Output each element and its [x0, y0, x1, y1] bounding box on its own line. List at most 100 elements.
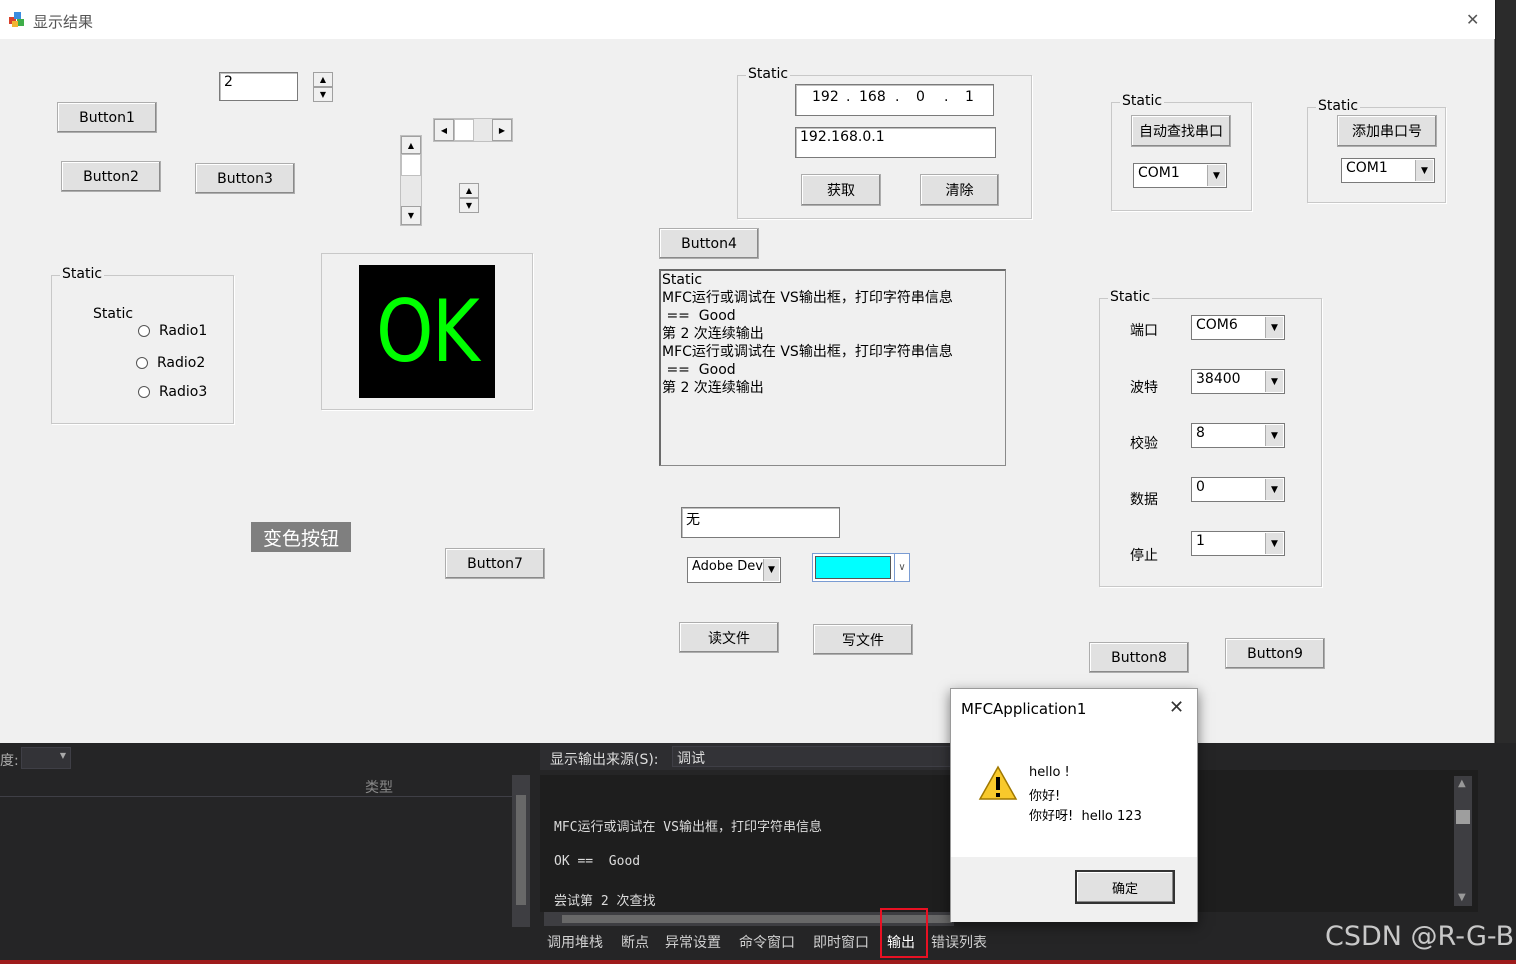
serial-config-caption: Static	[1108, 289, 1153, 305]
ok-text: OK	[375, 281, 480, 382]
write-file-button[interactable]: 写文件	[813, 624, 913, 655]
ip-address-control[interactable]: 192 . 168 . 0 . 1	[795, 84, 994, 116]
left-scrollbar[interactable]	[512, 775, 530, 927]
chevron-down-icon: ▼	[1265, 533, 1283, 554]
ip-text-field[interactable]: 192.168.0.1	[795, 127, 996, 158]
parity-label: 校验	[1130, 436, 1158, 452]
ok-display: OK	[359, 265, 495, 398]
tab-exception-settings[interactable]: 异常设置	[665, 932, 721, 952]
ip-group-caption: Static	[746, 66, 791, 82]
button2[interactable]: Button2	[61, 161, 161, 192]
window-title: 显示结果	[33, 13, 94, 31]
chevron-down-icon: ▼	[59, 751, 66, 760]
button1[interactable]: Button1	[57, 102, 157, 133]
output-tab-highlight	[880, 908, 928, 958]
left-scroll-thumb[interactable]	[516, 795, 526, 905]
radio1[interactable]	[138, 325, 150, 337]
log-line: 第 2 次连续输出	[662, 326, 764, 342]
scroll-right-icon[interactable]: ▶	[492, 119, 512, 141]
parity-combo[interactable]: 8 ▼	[1191, 423, 1285, 448]
radio3[interactable]	[138, 386, 150, 398]
msgbox-line: 你好呀! hello 123	[1029, 809, 1142, 824]
auto-find-port-button[interactable]: 自动查找串口	[1131, 115, 1231, 147]
serial-find-combo[interactable]: COM1 ▼	[1133, 163, 1227, 188]
log-line: Static	[662, 272, 703, 288]
main-dialog: 显示结果 ✕ Button1 Button2 Button3 2 ▲ ▼ ◀ ▶…	[0, 0, 1495, 743]
output-window[interactable]: MFC运行或调试在 VS输出框，打印字符串信息 OK == Good 尝试第 2…	[540, 775, 952, 912]
clear-button[interactable]: 清除	[920, 174, 999, 206]
stop-bits-combo[interactable]: 1 ▼	[1191, 531, 1285, 556]
port-combo[interactable]: COM6 ▼	[1191, 315, 1285, 340]
log-box: Static MFC运行或调试在 VS输出框，打印字符串信息 == Good 第…	[659, 269, 1006, 466]
close-icon[interactable]: ✕	[1466, 10, 1479, 29]
tab-breakpoints[interactable]: 断点	[621, 932, 649, 952]
button8[interactable]: Button8	[1089, 642, 1189, 673]
left-filter-label: 度:	[0, 753, 19, 769]
color-swatch	[815, 556, 891, 579]
radio2[interactable]	[136, 357, 148, 369]
warning-icon	[978, 765, 1018, 800]
scroll-up-icon[interactable]: ▲	[401, 136, 421, 154]
get-button[interactable]: 获取	[801, 174, 881, 206]
status-strip	[0, 960, 1516, 964]
chevron-down-icon[interactable]: ∨	[894, 554, 909, 581]
app-icon	[9, 12, 24, 27]
scroll-left-icon[interactable]: ◀	[434, 119, 454, 141]
output-line: MFC运行或调试在 VS输出框，打印字符串信息	[554, 820, 822, 835]
watermark: CSDN @R-G-B	[1325, 921, 1515, 952]
tab-immediate-window[interactable]: 即时窗口	[813, 932, 869, 952]
tab-call-stack[interactable]: 调用堆栈	[547, 932, 603, 952]
spin-up-icon[interactable]: ▲	[313, 72, 333, 87]
baud-label: 波特	[1130, 380, 1158, 396]
serial-add-combo[interactable]: COM1 ▼	[1341, 158, 1435, 183]
button3[interactable]: Button3	[195, 163, 295, 194]
output-window-right	[1198, 770, 1478, 912]
spin-edit[interactable]: 2	[219, 72, 298, 101]
vertical-scrollbar[interactable]: ▲ ▼	[400, 135, 422, 226]
scroll-thumb-v[interactable]	[401, 154, 421, 176]
button7[interactable]: Button7	[445, 548, 545, 579]
output-line: OK == Good	[554, 854, 641, 869]
msgbox-line: hello !	[1029, 765, 1070, 780]
color-picker[interactable]: ∨	[812, 553, 910, 582]
scroll-down-icon[interactable]: ▼	[401, 206, 421, 225]
add-port-button[interactable]: 添加串口号	[1337, 115, 1437, 147]
data-bits-combo[interactable]: 0 ▼	[1191, 477, 1285, 502]
output-vscroll-thumb[interactable]	[1456, 810, 1470, 824]
left-filter-combo[interactable]: ▼	[21, 747, 71, 769]
msgbox-title: MFCApplication1	[961, 700, 1087, 718]
stop-bits-label: 停止	[1130, 548, 1158, 564]
none-edit[interactable]: 无	[681, 507, 840, 538]
radio3-label: Radio3	[159, 384, 208, 400]
read-file-button[interactable]: 读文件	[679, 622, 779, 653]
button9[interactable]: Button9	[1225, 638, 1325, 669]
message-box: MFCApplication1 ✕ hello ! 你好! 你好呀! hello…	[950, 688, 1198, 922]
log-line: 第 2 次连续输出	[662, 380, 764, 396]
type-header: 类型	[365, 780, 393, 796]
title-bar: 显示结果 ✕	[0, 0, 1495, 39]
chevron-down-icon: ▼	[1207, 165, 1225, 186]
radio-group-label: Static	[93, 306, 134, 322]
horizontal-scrollbar[interactable]: ◀ ▶	[433, 118, 513, 142]
spin-down-icon[interactable]: ▼	[313, 87, 333, 102]
spin2-up-icon[interactable]: ▲	[459, 183, 479, 198]
button4[interactable]: Button4	[659, 228, 759, 259]
data-bits-label: 数据	[1130, 492, 1158, 508]
output-vscrollbar[interactable]: ▲ ▼	[1454, 776, 1472, 906]
color-change-button[interactable]: 变色按钮	[251, 522, 351, 552]
chevron-down-icon: ▼	[1265, 371, 1283, 392]
serial-find-caption: Static	[1120, 93, 1165, 109]
port-label: 端口	[1130, 323, 1158, 339]
left-list-header: 类型	[0, 773, 512, 797]
close-icon[interactable]: ✕	[1169, 697, 1184, 718]
chevron-down-icon: ▼	[763, 559, 779, 581]
output-toolbar: 显示输出来源(S): 调试	[540, 743, 955, 770]
msgbox-ok-button[interactable]: 确定	[1075, 870, 1175, 904]
baud-combo[interactable]: 38400 ▼	[1191, 369, 1285, 394]
scroll-thumb[interactable]	[454, 119, 474, 141]
font-combo[interactable]: Adobe Dev ▼	[687, 557, 781, 583]
source-combo[interactable]: 调试	[672, 746, 952, 767]
spin2-down-icon[interactable]: ▼	[459, 198, 479, 213]
tab-error-list[interactable]: 错误列表	[931, 932, 987, 952]
tab-command-window[interactable]: 命令窗口	[739, 932, 795, 952]
